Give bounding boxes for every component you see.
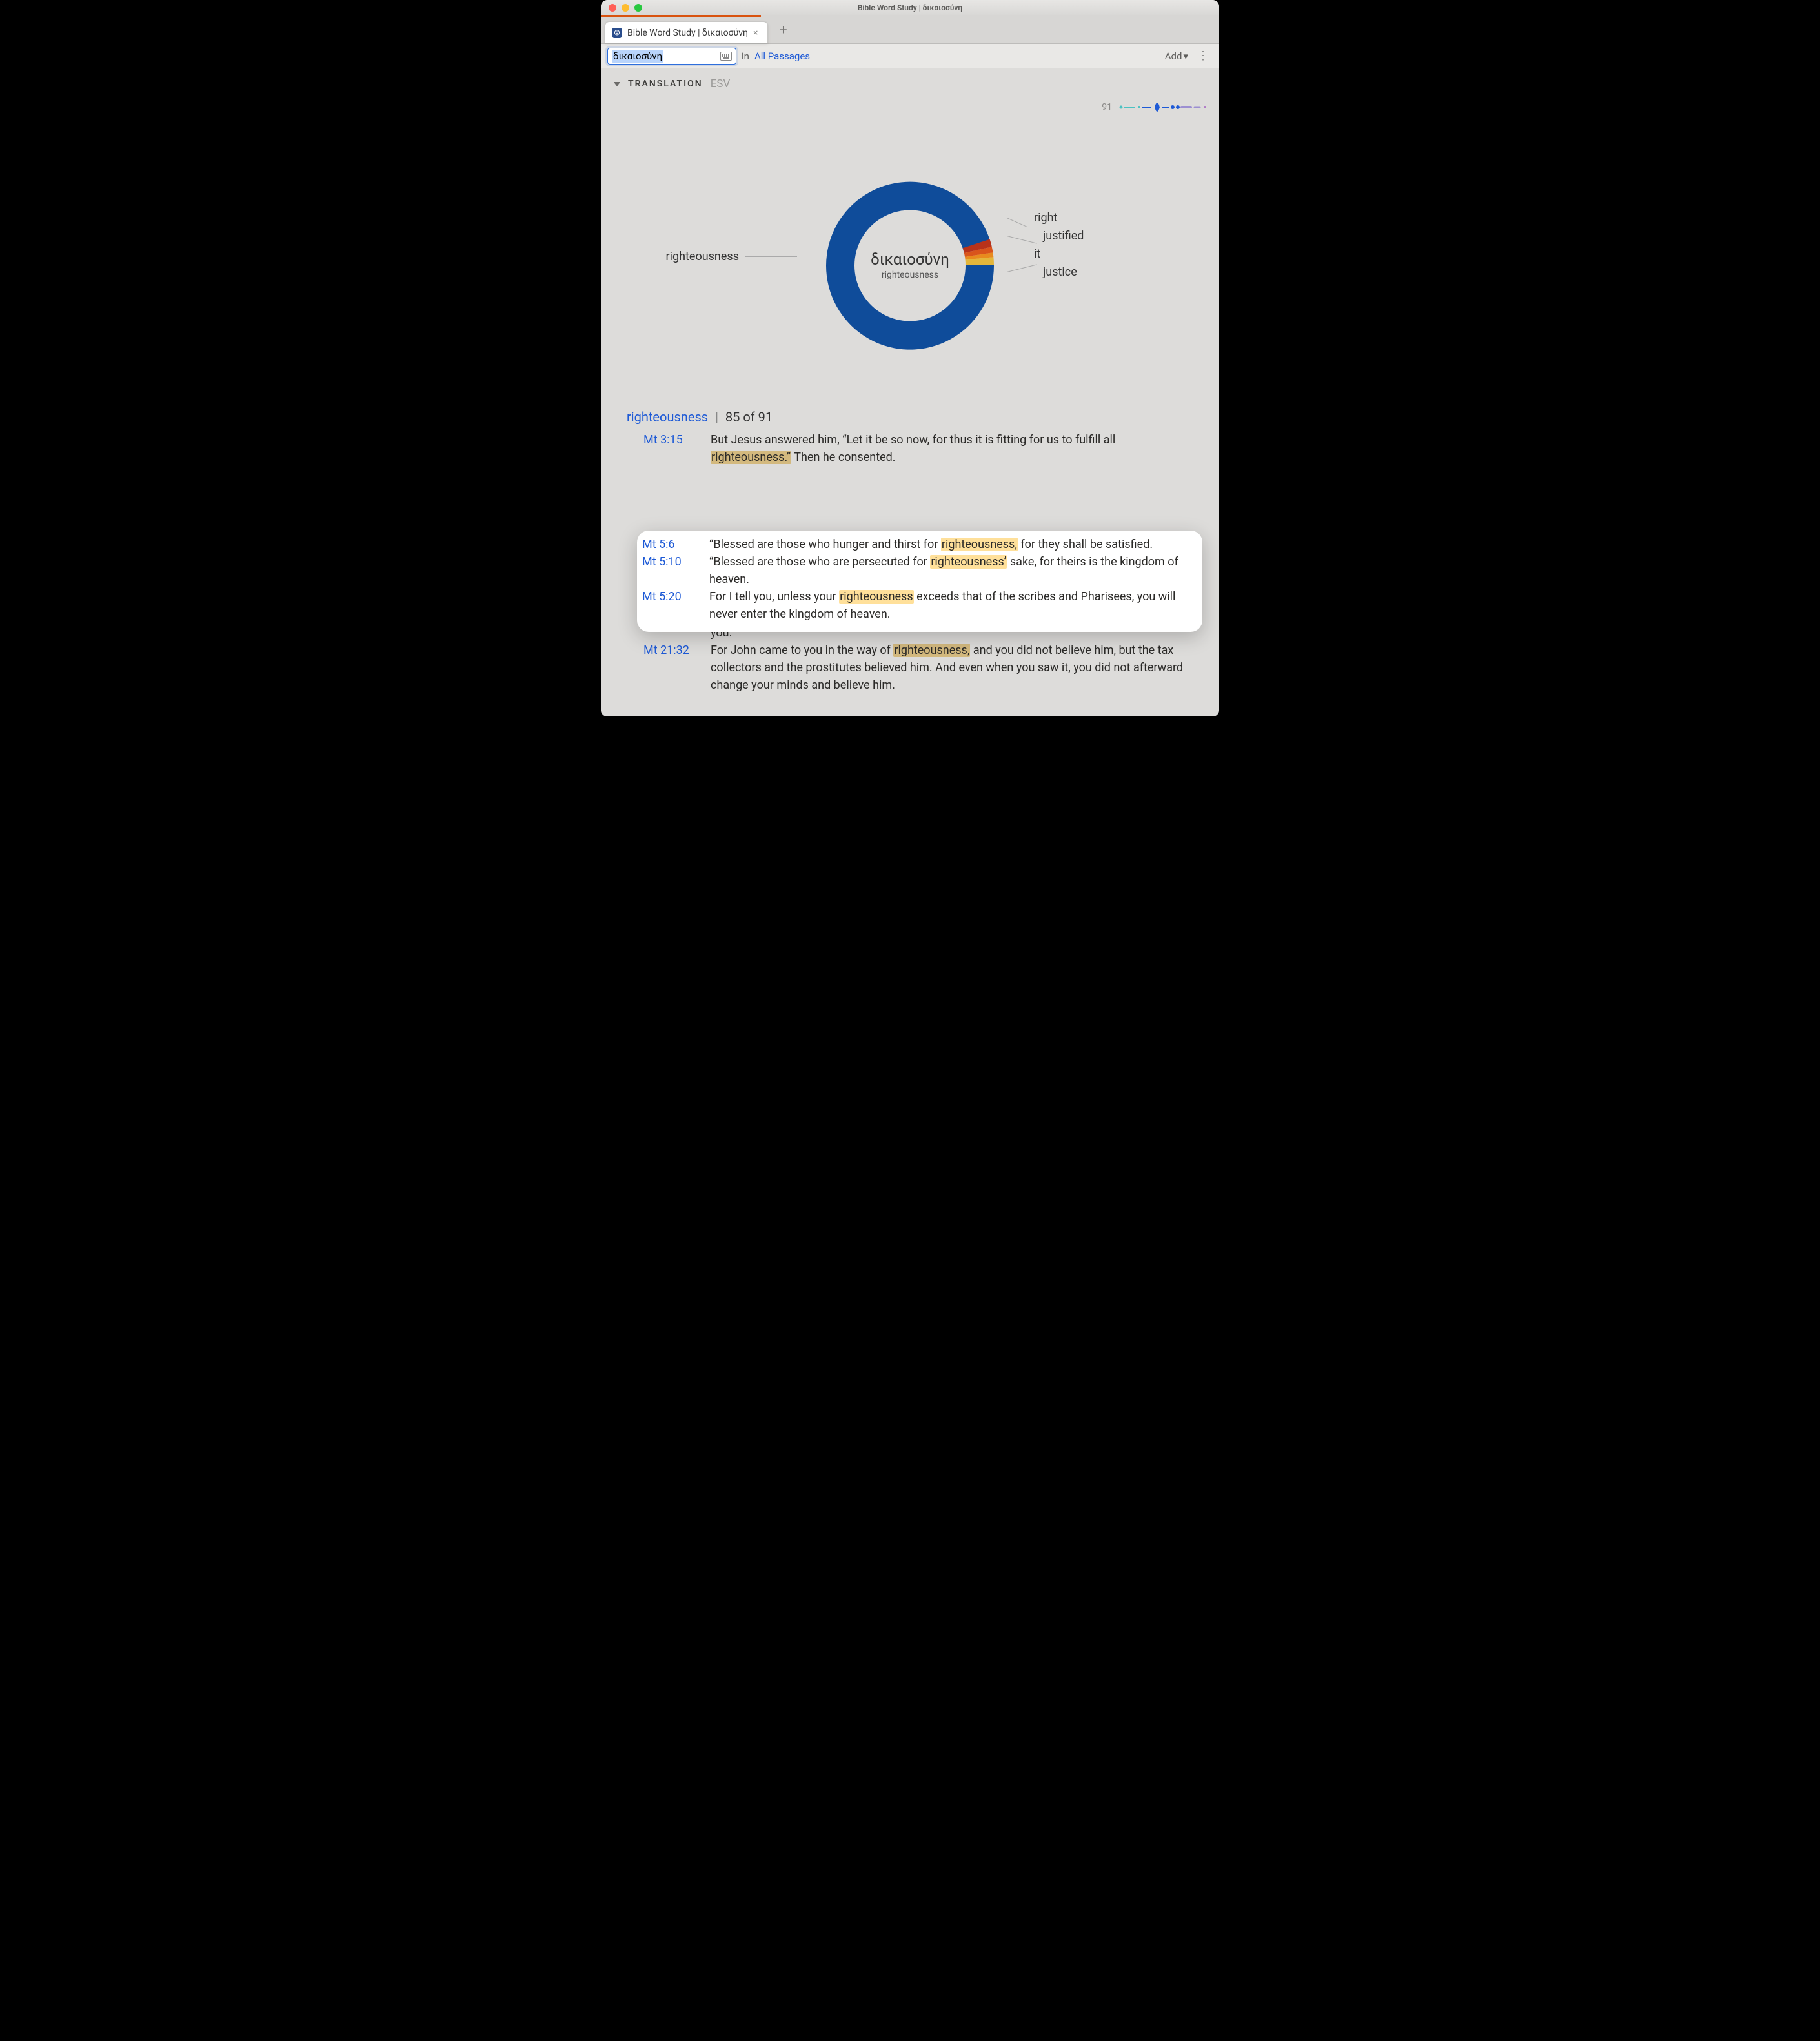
verse-row: Mt 3:15 But Jesus answered him, “Let it b…: [638, 431, 1200, 466]
keyboard-icon[interactable]: [720, 52, 732, 61]
leader-line: [745, 256, 797, 257]
section-header: TRANSLATION ESV: [601, 68, 1219, 90]
highlighted-term: righteousness.”: [711, 451, 791, 464]
tab-app-icon: ◎: [612, 28, 622, 38]
highlighted-term: righteousness,: [941, 538, 1018, 551]
ring-center-label: δικαιοσύνη righteousness: [807, 162, 1013, 369]
add-label: Add: [1165, 50, 1182, 62]
chevron-down-icon: ▾: [1183, 50, 1188, 62]
chart-labels-right: right justified it justice: [1007, 208, 1175, 281]
app-window: Bible Word Study | δικαιοσύνη ◎ Bible Wo…: [601, 0, 1219, 716]
verse-reference-link[interactable]: Mt 5:6: [642, 536, 700, 553]
chart-label-right-3[interactable]: justice: [1007, 263, 1175, 281]
passage-scope-link[interactable]: All Passages: [754, 50, 810, 62]
total-count: 91: [1102, 102, 1112, 112]
close-tab-icon[interactable]: ×: [753, 29, 761, 37]
verse-row: Mt 21:32For John came to you in the way …: [638, 642, 1200, 694]
frequency-summary: 91: [1102, 101, 1208, 114]
lemma-gloss: righteousness: [882, 270, 938, 280]
highlighted-term: righteousness: [839, 590, 913, 604]
section-label: TRANSLATION: [628, 79, 703, 89]
panel-menu-icon[interactable]: ⋮: [1193, 49, 1213, 63]
window-controls: [601, 4, 642, 12]
chart-label-right-1[interactable]: justified: [1007, 227, 1175, 245]
verse-text: “Blessed are those who are persecuted fo…: [709, 553, 1193, 588]
tab-bar: ◎ Bible Word Study | δικαιοσύνη × +: [601, 15, 1219, 44]
results-header: righteousness | 85 of 91: [627, 409, 773, 425]
close-window-button[interactable]: [609, 4, 616, 12]
results-term-link[interactable]: righteousness: [627, 409, 708, 425]
window-title: Bible Word Study | δικαιοσύνη: [601, 3, 1219, 12]
content-area: TRANSLATION ESV 91: [601, 68, 1219, 716]
verse-row: Mt 5:6 “Blessed are those who hunger and …: [642, 536, 1193, 553]
translation-ring-chart[interactable]: δικαιοσύνη righteousness righteousness r…: [601, 152, 1219, 378]
verse-reference-link[interactable]: Mt 5:10: [642, 553, 700, 588]
toolbar: δικαιοσύνη in All Passages Add ▾ ⋮: [601, 44, 1219, 68]
search-input-wrapper[interactable]: δικαιοσύνη: [607, 48, 736, 65]
sparkline-icon: [1117, 101, 1208, 114]
verse-row: Mt 5:20 For I tell you, unless your right…: [642, 588, 1193, 623]
verse-text: For I tell you, unless your righteousnes…: [709, 588, 1193, 623]
titlebar: Bible Word Study | δικαιοσύνη: [601, 0, 1219, 15]
verse-reference-link[interactable]: Mt 5:20: [642, 588, 700, 623]
results-count: 85 of 91: [725, 409, 773, 425]
zoom-window-button[interactable]: [634, 4, 642, 12]
verse-highlight-card: Mt 5:6 “Blessed are those who hunger and …: [637, 531, 1202, 632]
translation-version: ESV: [711, 77, 731, 90]
verse-row: Mt 5:10 “Blessed are those who are persec…: [642, 553, 1193, 588]
verse-text: But Jesus answered him, “Let it be so no…: [711, 431, 1195, 466]
chart-label-righteousness: righteousness: [666, 250, 739, 263]
verse-text: For John came to you in the way of right…: [711, 642, 1195, 694]
search-input[interactable]: δικαιοσύνη: [612, 50, 663, 63]
new-tab-button[interactable]: +: [774, 21, 793, 39]
collapse-toggle-icon[interactable]: [614, 82, 620, 86]
chart-label-left[interactable]: righteousness: [629, 250, 797, 263]
minimize-window-button[interactable]: [622, 4, 629, 12]
verse-reference-link[interactable]: Mt 3:15: [643, 431, 702, 466]
chart-label-right-2[interactable]: it: [1007, 245, 1175, 263]
in-label: in: [742, 50, 749, 62]
tab-label: Bible Word Study | δικαιοσύνη: [627, 28, 748, 38]
verse-text: “Blessed are those who hunger and thirst…: [709, 536, 1193, 553]
chart-label-right-0[interactable]: right: [1007, 208, 1175, 227]
highlighted-term: righteousness’: [930, 555, 1007, 569]
lemma-greek: δικαιοσύνη: [871, 250, 949, 269]
verse-reference-link[interactable]: Mt 21:32: [643, 642, 702, 694]
tab-word-study[interactable]: ◎ Bible Word Study | δικαιοσύνη ×: [605, 21, 768, 43]
results-separator: |: [715, 409, 718, 425]
add-menu[interactable]: Add ▾: [1165, 50, 1188, 62]
highlighted-term: righteousness,: [893, 644, 970, 657]
